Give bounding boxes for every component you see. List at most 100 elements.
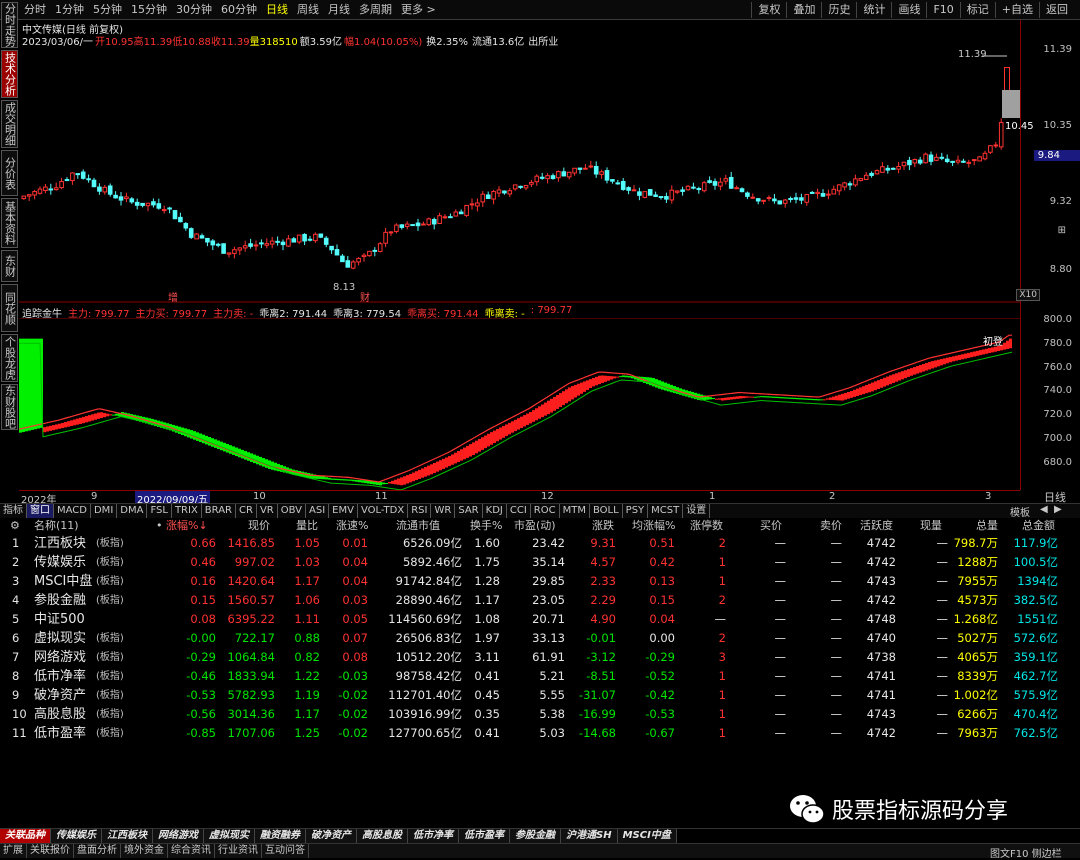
col-header-11[interactable]: 涨停数 xyxy=(690,518,723,534)
sector-tab-6[interactable]: 破净资产 xyxy=(306,829,357,843)
indicator-tab-9[interactable]: VR xyxy=(257,504,278,518)
table-row[interactable]: 6 虚拟现实 -0.00 722.17 0.88 0.07 26506.83亿 1.97 33.… xyxy=(0,629,1080,648)
table-row[interactable]: 4 参股金融 0.15 1560.57 1.06 0.03 28890.46亿 1.17 23.… xyxy=(0,591,1080,610)
tool-button-7[interactable]: +自选 xyxy=(994,2,1039,18)
period-10[interactable]: 更多 > xyxy=(401,2,436,18)
sector-tab-7[interactable]: 高股息股 xyxy=(357,829,408,843)
indicator-tab-20[interactable]: MTM xyxy=(560,504,590,518)
left-tab-2[interactable]: 成交明细 xyxy=(1,100,18,148)
status-tab-2[interactable]: 盘面分析 xyxy=(74,844,121,858)
tool-button-8[interactable]: 返回 xyxy=(1039,2,1074,18)
sector-tab-12[interactable]: MSCI中盘 xyxy=(617,829,677,843)
status-tab-6[interactable]: 互动问答 xyxy=(262,844,309,858)
table-row[interactable]: 3 MSCI中盘 0.16 1420.64 1.17 0.04 91742.84亿 1.28 2… xyxy=(0,572,1080,591)
col-header-15[interactable]: 现量 xyxy=(920,518,942,534)
indicator-tab-15[interactable]: WR xyxy=(431,504,456,518)
indicator-tab-2[interactable]: MACD xyxy=(54,504,91,518)
table-row[interactable]: 7 网络游戏 -0.29 1064.84 0.82 0.08 10512.20亿 3.11 61… xyxy=(0,648,1080,667)
indicator-tab-0[interactable]: 指标 xyxy=(0,504,27,518)
status-tab-4[interactable]: 综合资讯 xyxy=(168,844,215,858)
sector-tab-5[interactable]: 融资融券 xyxy=(255,829,306,843)
left-tab-6[interactable]: 同花顺 xyxy=(1,284,18,332)
period-7[interactable]: 周线 xyxy=(297,2,319,18)
sector-tab-8[interactable]: 低市净率 xyxy=(408,829,459,843)
col-header-13[interactable]: 卖价 xyxy=(820,518,842,534)
tool-button-4[interactable]: 画线 xyxy=(891,2,926,18)
col-header-3[interactable]: 现价 xyxy=(248,518,270,534)
col-header-2[interactable]: 涨幅%↓ xyxy=(166,518,208,534)
sector-tab-1[interactable]: 传媒娱乐 xyxy=(51,829,102,843)
left-tab-3[interactable]: 分价表 xyxy=(1,150,18,196)
table-row[interactable]: 1 江西板块 0.66 1416.85 1.05 0.01 6526.09亿 1.60 23.4… xyxy=(0,534,1080,553)
period-4[interactable]: 30分钟 xyxy=(176,2,212,18)
period-1[interactable]: 1分钟 xyxy=(55,2,84,18)
col-header-6[interactable]: 流通市值 xyxy=(396,518,440,534)
left-tab-8[interactable]: 东财股吧 xyxy=(1,384,18,430)
tool-button-3[interactable]: 统计 xyxy=(856,2,891,18)
table-row[interactable]: 5 中证500 0.08 6395.22 1.11 0.05 114560.69亿 1.08 2… xyxy=(0,610,1080,629)
settings-gear-icon[interactable]: ⚙ xyxy=(10,518,20,534)
indicator-tab-11[interactable]: ASI xyxy=(306,504,330,518)
left-tab-4[interactable]: 基本资料 xyxy=(1,198,18,248)
period-5[interactable]: 60分钟 xyxy=(221,2,257,18)
table-row[interactable]: 11 低市盈率 -0.85 1707.06 1.25 -0.02 127700.65亿 0.4… xyxy=(0,724,1080,743)
left-tab-0[interactable]: 分时走势 xyxy=(1,2,18,48)
indicator-tab-22[interactable]: PSY xyxy=(623,504,649,518)
indicator-tab-24[interactable]: 设置 xyxy=(683,504,711,518)
period-2[interactable]: 5分钟 xyxy=(93,2,122,18)
status-tab-0[interactable]: 扩展 xyxy=(0,844,27,858)
tool-button-2[interactable]: 历史 xyxy=(821,2,856,18)
indicator-tab-12[interactable]: EMV xyxy=(329,504,358,518)
indicator-tab-1[interactable]: 窗口 xyxy=(27,504,54,518)
indicator-tab-5[interactable]: FSL xyxy=(147,504,172,518)
indicator-tab-7[interactable]: BRAR xyxy=(202,504,236,518)
left-tab-5[interactable]: 东财 xyxy=(1,250,18,282)
arrow-right-icon[interactable]: ▶ xyxy=(1054,504,1062,515)
zoom-badge[interactable]: X10 xyxy=(1016,289,1040,301)
period-6[interactable]: 日线 xyxy=(266,2,288,18)
col-header-7[interactable]: 换手% xyxy=(470,518,502,534)
table-row[interactable]: 2 传媒娱乐 0.46 997.02 1.03 0.04 5892.46亿 1.75 35.14… xyxy=(0,553,1080,572)
left-tab-7[interactable]: 个股龙虎 xyxy=(1,334,18,382)
col-header-10[interactable]: 均涨幅% xyxy=(632,518,675,534)
sector-tab-9[interactable]: 低市盈率 xyxy=(459,829,510,843)
kline-chart[interactable] xyxy=(19,46,1020,303)
arrow-left-icon[interactable]: ◀ xyxy=(1040,504,1048,515)
tool-button-5[interactable]: F10 xyxy=(926,2,959,18)
col-header-16[interactable]: 总量 xyxy=(976,518,998,534)
tool-button-0[interactable]: 复权 xyxy=(751,2,786,18)
template-button[interactable]: 模板 xyxy=(1010,504,1030,519)
indicator-chart[interactable] xyxy=(19,318,1020,490)
indicator-tab-23[interactable]: MCST xyxy=(648,504,684,518)
indicator-tab-19[interactable]: ROC xyxy=(531,504,560,518)
col-header-17[interactable]: 总金额 xyxy=(1022,518,1055,534)
sector-tab-4[interactable]: 虚拟现实 xyxy=(204,829,255,843)
sector-tab-10[interactable]: 参股金融 xyxy=(510,829,561,843)
table-row[interactable]: 10 高股息股 -0.56 3014.36 1.17 -0.02 103916.99亿 0.3… xyxy=(0,705,1080,724)
col-header-1[interactable]: • xyxy=(156,518,163,534)
sector-tab-3[interactable]: 网络游戏 xyxy=(153,829,204,843)
indicator-tab-3[interactable]: DMI xyxy=(91,504,118,518)
col-header-14[interactable]: 活跃度 xyxy=(860,518,893,534)
col-header-12[interactable]: 买价 xyxy=(760,518,782,534)
status-tab-1[interactable]: 关联报价 xyxy=(27,844,74,858)
indicator-tab-14[interactable]: RSI xyxy=(408,504,432,518)
status-tab-3[interactable]: 境外资金 xyxy=(121,844,168,858)
period-3[interactable]: 15分钟 xyxy=(131,2,167,18)
sector-tab-11[interactable]: 沪港通SH xyxy=(561,829,618,843)
sector-tab-2[interactable]: 江西板块 xyxy=(102,829,153,843)
indicator-tab-4[interactable]: DMA xyxy=(117,504,148,518)
col-header-5[interactable]: 涨速% xyxy=(336,518,368,534)
add-window-icon[interactable]: ⊞ xyxy=(1058,225,1066,236)
status-tab-5[interactable]: 行业资讯 xyxy=(215,844,262,858)
tool-button-1[interactable]: 叠加 xyxy=(786,2,821,18)
sector-tab-0[interactable]: 关联品种 xyxy=(0,829,51,843)
table-row[interactable]: 8 低市净率 -0.46 1833.94 1.22 -0.03 98758.42亿 0.41 5… xyxy=(0,667,1080,686)
col-header-0[interactable]: 名称(11) xyxy=(34,518,79,534)
indicator-tab-8[interactable]: CR xyxy=(236,504,257,518)
indicator-tab-18[interactable]: CCI xyxy=(507,504,531,518)
indicator-tab-16[interactable]: SAR xyxy=(455,504,483,518)
indicator-tab-21[interactable]: BOLL xyxy=(590,504,623,518)
period-9[interactable]: 多周期 xyxy=(359,2,392,18)
tool-button-6[interactable]: 标记 xyxy=(959,2,995,18)
